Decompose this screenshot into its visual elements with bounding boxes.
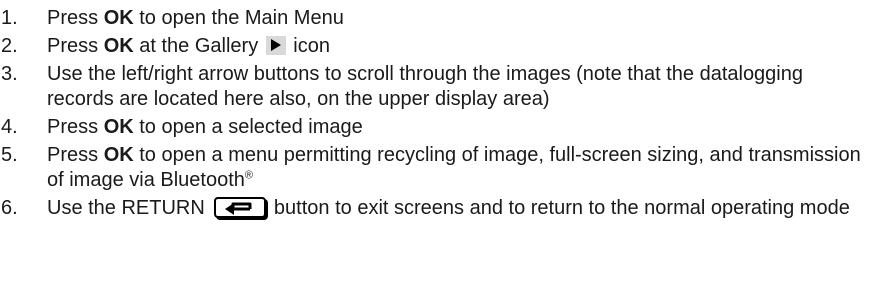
step-number: 3. [1, 63, 18, 85]
ok-label: OK [103, 35, 134, 57]
step-6: 6. Use the RETURN button to exit screens… [0, 196, 867, 221]
step-4: 4. Press OK to open a selected image [0, 115, 867, 140]
step-text: Press OK to open the Main Menu [47, 7, 344, 29]
step-2: 2. Press OK at the Gallery icon [0, 34, 867, 59]
registered-mark: ® [244, 169, 254, 182]
step-number: 4. [1, 116, 18, 138]
ok-label: OK [103, 144, 134, 166]
step-number: 5. [1, 144, 18, 166]
step-number: 6. [1, 197, 18, 219]
step-number: 2. [1, 35, 18, 57]
step-number: 1. [1, 7, 18, 29]
instruction-list: 1. Press OK to open the Main Menu 2. Pre… [0, 0, 876, 221]
ok-label: OK [103, 116, 134, 138]
play-icon [265, 36, 286, 55]
step-text: Use the RETURN button to exit screens an… [47, 197, 850, 219]
step-text: Press OK to open a menu permitting recyc… [47, 144, 861, 191]
return-arrow-icon [214, 197, 267, 218]
step-3: 3. Use the left/right arrow buttons to s… [0, 62, 867, 112]
step-text: Press OK to open a selected image [47, 116, 363, 138]
step-5: 5. Press OK to open a menu permitting re… [0, 143, 867, 193]
step-text: Use the left/right arrow buttons to scro… [47, 63, 803, 110]
step-1: 1. Press OK to open the Main Menu [0, 6, 867, 31]
ok-label: OK [103, 7, 134, 29]
step-text: Press OK at the Gallery icon [47, 35, 330, 57]
